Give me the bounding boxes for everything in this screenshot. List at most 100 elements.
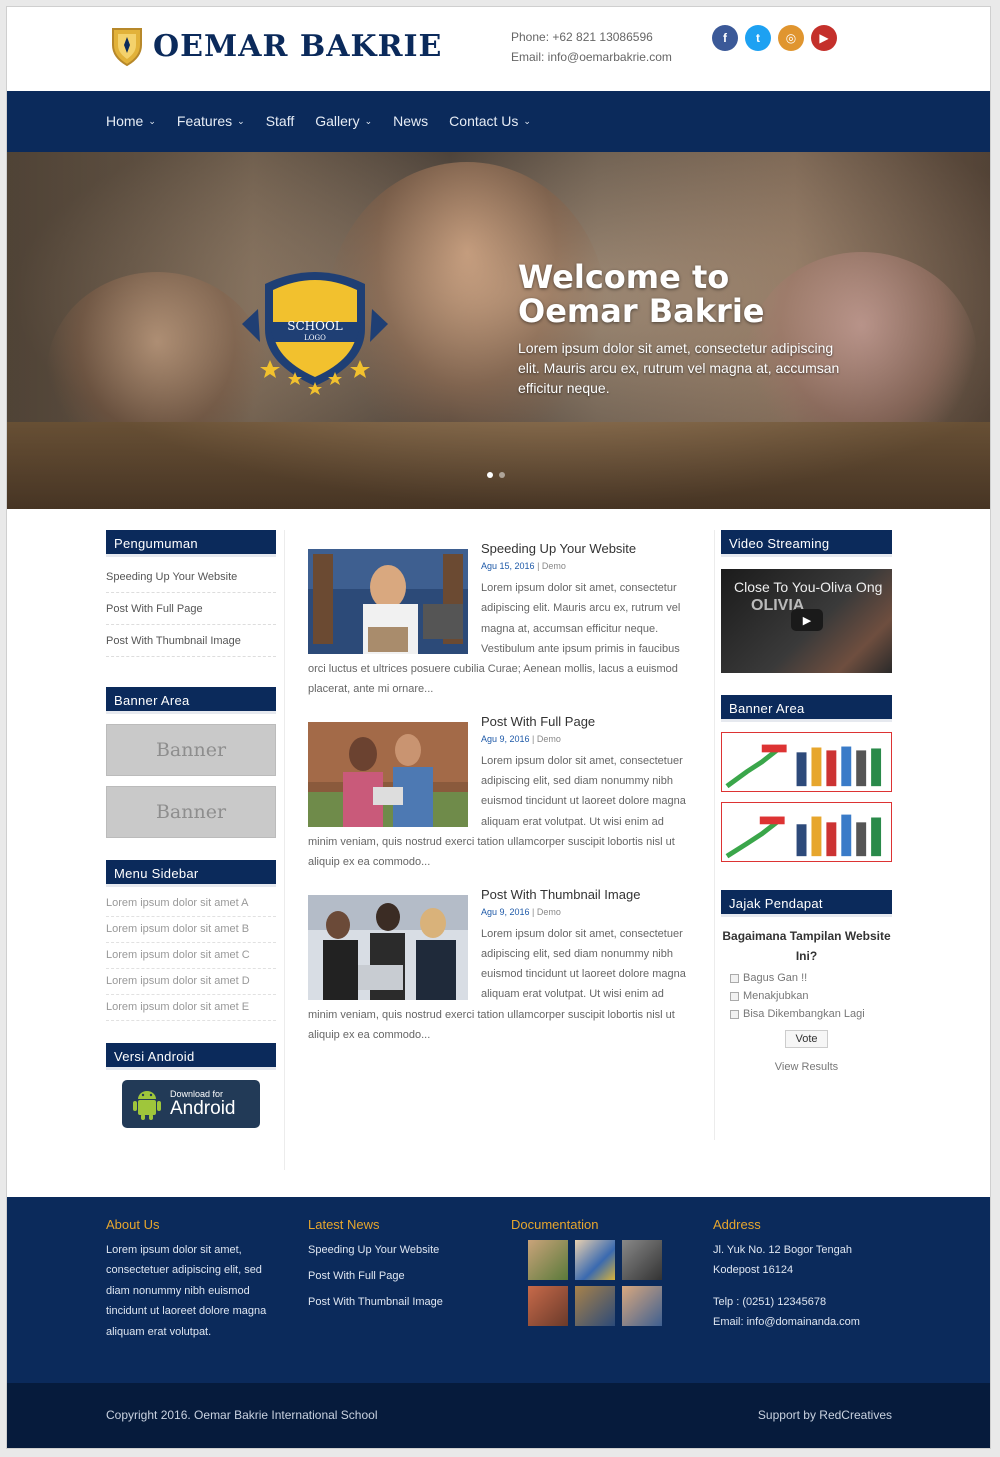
main-nav: Home ⌄ Features ⌄ Staff Gallery ⌄ News Cont…	[7, 91, 990, 152]
gallery-thumbnail[interactable]	[575, 1240, 615, 1280]
checkbox[interactable]	[730, 991, 739, 1001]
school-logo-badge: SCHOOL LOGO	[242, 272, 388, 395]
sidebar-menu: Lorem ipsum dolor sit amet A Lorem ipsum…	[106, 891, 276, 1021]
vote-button[interactable]: Vote	[785, 1030, 828, 1048]
poll-option[interactable]: Bisa Dikembangkan Lagi	[730, 1008, 892, 1020]
nav-item-news[interactable]: News	[393, 113, 428, 129]
footer-email[interactable]: Email: info@domainanda.com	[713, 1312, 893, 1332]
widget-title-video: Video Streaming	[721, 530, 892, 557]
column-divider	[284, 530, 285, 1170]
sidebar-menu-item[interactable]: Lorem ipsum dolor sit amet B	[106, 917, 276, 943]
nav-item-contact[interactable]: Contact Us ⌄	[449, 113, 531, 129]
social-links: f t ◎ ▶	[712, 25, 837, 51]
hero-title: Welcome to Oemar Bakrie	[518, 258, 765, 330]
gallery-thumbnail[interactable]	[622, 1286, 662, 1326]
hero-caption: Welcome to Oemar Bakrie Lorem ipsum dolor…	[518, 260, 858, 398]
hero-text: Lorem ipsum dolor sit amet, consectetur …	[518, 340, 840, 396]
footer-address: Address Jl. Yuk No. 12 Bogor Tengah Kode…	[713, 1217, 893, 1333]
video-caption: Close To You-Oliva Ong	[734, 579, 883, 595]
crest-icon	[112, 28, 142, 67]
chevron-down-icon: ⌄	[523, 115, 531, 126]
footer-heading: Latest News	[308, 1217, 380, 1232]
play-icon[interactable]: ▶	[791, 609, 823, 631]
nav-item-gallery[interactable]: Gallery ⌄	[315, 113, 372, 129]
sidebar-menu-item[interactable]: Lorem ipsum dolor sit amet E	[106, 995, 276, 1021]
badge-text-school: SCHOOL	[287, 319, 343, 333]
checkbox[interactable]	[730, 1009, 739, 1019]
banner-image[interactable]	[721, 732, 892, 792]
gallery-thumbnail[interactable]	[622, 1240, 662, 1280]
slider-dot-2[interactable]	[499, 472, 505, 478]
announcement-link[interactable]: Speeding Up Your Website	[106, 561, 276, 593]
poll-widget: Bagaimana Tampilan Website Ini? Bagus Ga…	[721, 926, 892, 1073]
page-frame: OEMAR BAKRIE Phone: +62 821 13086596 Ema…	[6, 6, 991, 1449]
poll-option[interactable]: Bagus Gan !!	[730, 972, 892, 984]
footer-news-link[interactable]: Speeding Up Your Website	[308, 1240, 483, 1260]
widget-title-announcements: Pengumuman	[106, 530, 276, 557]
banner-image[interactable]	[721, 802, 892, 862]
post-thumbnail[interactable]	[308, 894, 468, 1000]
footer-news-link[interactable]: Post With Thumbnail Image	[308, 1292, 483, 1312]
footer-about-text: Lorem ipsum dolor sit amet, consectetuer…	[106, 1244, 267, 1338]
site-header: OEMAR BAKRIE Phone: +62 821 13086596 Ema…	[7, 7, 990, 91]
sidebar-menu-item[interactable]: Lorem ipsum dolor sit amet D	[106, 969, 276, 995]
credits-link[interactable]: Support by RedCreatives	[758, 1408, 892, 1422]
post-item: Post With Thumbnail Image Agu 9, 2016 | …	[308, 887, 686, 1046]
column-divider	[714, 530, 715, 1140]
facebook-icon[interactable]: f	[712, 25, 738, 51]
badge-text-logo: LOGO	[304, 334, 326, 342]
post-thumbnail[interactable]	[308, 549, 468, 654]
copyright-bar: Copyright 2016. Oemar Bakrie Internation…	[7, 1383, 990, 1448]
sidebar-menu-item[interactable]: Lorem ipsum dolor sit amet C	[106, 943, 276, 969]
slider-dot-1[interactable]	[487, 472, 493, 478]
header-phone: Phone: +62 821 13086596	[511, 30, 653, 44]
site-footer: About Us Lorem ipsum dolor sit amet, con…	[7, 1197, 990, 1383]
gallery-thumbnail[interactable]	[528, 1286, 568, 1326]
header-email[interactable]: Email: info@oemarbakrie.com	[511, 47, 672, 67]
brand-name: OEMAR BAKRIE	[153, 28, 443, 64]
widget-title-banner: Banner Area	[106, 687, 276, 714]
chevron-down-icon: ⌄	[237, 115, 245, 126]
gallery-thumbnail[interactable]	[528, 1240, 568, 1280]
documentation-gallery	[528, 1240, 686, 1326]
hero-slider[interactable]: SCHOOL LOGO Welcome to Oemar Bakrie Lorem…	[7, 152, 990, 509]
footer-heading: Documentation	[511, 1217, 599, 1232]
announcement-list: Speeding Up Your Website Post With Full …	[106, 561, 276, 657]
instagram-icon[interactable]: ◎	[778, 25, 804, 51]
sidebar-menu-item[interactable]: Lorem ipsum dolor sit amet A	[106, 891, 276, 917]
widget-title-menu: Menu Sidebar	[106, 860, 276, 887]
footer-news-link[interactable]: Post With Full Page	[308, 1266, 483, 1286]
youtube-icon[interactable]: ▶	[811, 25, 837, 51]
widget-title-banner-right: Banner Area	[721, 695, 892, 722]
view-results-link[interactable]: View Results	[721, 1061, 892, 1073]
post-thumbnail[interactable]	[308, 721, 468, 827]
video-player[interactable]: Close To You-Oliva Ong OLIVIA ▶	[721, 569, 892, 673]
site-logo[interactable]: OEMAR BAKRIE	[107, 25, 442, 67]
post-list: Speeding Up Your Website Agu 15, 2016 | …	[308, 541, 686, 1059]
post-item: Post With Full Page Agu 9, 2016 | Demo L…	[308, 714, 686, 873]
footer-about: About Us Lorem ipsum dolor sit amet, con…	[106, 1217, 281, 1342]
footer-latest-news: Latest News Speeding Up Your Website Pos…	[308, 1217, 483, 1318]
copyright-text: Copyright 2016. Oemar Bakrie Internation…	[106, 1408, 378, 1422]
footer-telp: Telp : (0251) 12345678	[713, 1295, 827, 1308]
slider-dots	[487, 472, 505, 478]
announcement-link[interactable]: Post With Full Page	[106, 593, 276, 625]
poll-option[interactable]: Menakjubkan	[730, 990, 892, 1002]
banner-placeholder[interactable]: Banner	[106, 724, 276, 776]
checkbox[interactable]	[730, 973, 739, 983]
banner-placeholder[interactable]: Banner	[106, 786, 276, 838]
android-icon	[133, 1091, 161, 1120]
announcement-link[interactable]: Post With Thumbnail Image	[106, 625, 276, 657]
nav-item-features[interactable]: Features ⌄	[177, 113, 245, 129]
chevron-down-icon: ⌄	[148, 115, 156, 126]
chevron-down-icon: ⌄	[364, 115, 373, 126]
gallery-thumbnail[interactable]	[575, 1286, 615, 1326]
android-download-button[interactable]: Download for Android	[122, 1080, 260, 1128]
footer-address-line: Jl. Yuk No. 12 Bogor Tengah	[713, 1244, 853, 1256]
left-sidebar: Pengumuman Speeding Up Your Website Post…	[106, 530, 276, 1128]
footer-address-line: Kodepost 16124	[713, 1264, 794, 1277]
nav-item-home[interactable]: Home ⌄	[106, 113, 156, 129]
twitter-icon[interactable]: t	[745, 25, 771, 51]
widget-title-poll: Jajak Pendapat	[721, 890, 892, 917]
nav-item-staff[interactable]: Staff	[266, 113, 295, 129]
